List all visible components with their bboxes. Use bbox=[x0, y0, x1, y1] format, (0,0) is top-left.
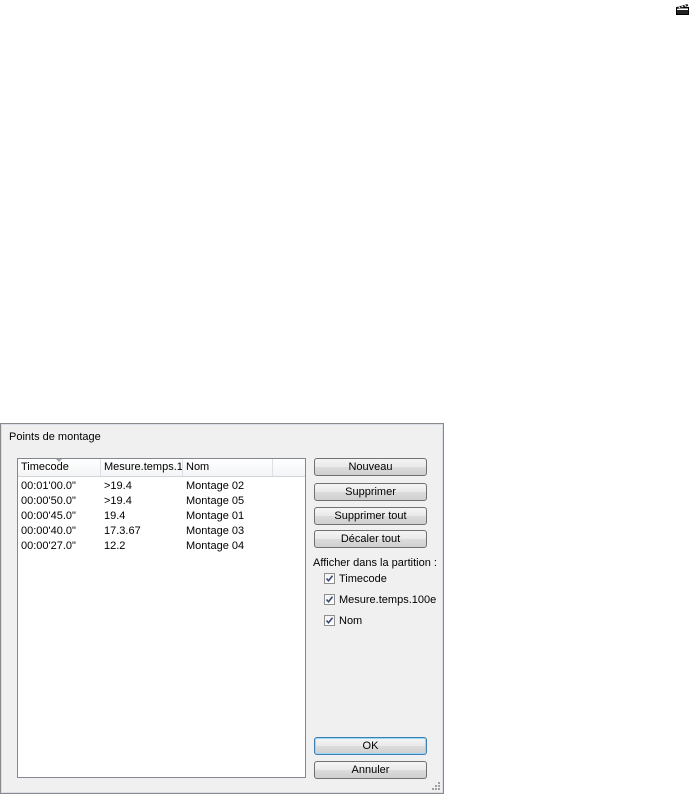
dialog-title: Points de montage bbox=[9, 431, 101, 443]
cell-mesure: >19.4 bbox=[104, 495, 132, 507]
cell-timecode: 00:00'40.0" bbox=[21, 525, 76, 537]
montage-points-list[interactable]: Timecode Mesure.temps.100e Nom 00:01'00.… bbox=[17, 458, 306, 778]
list-header: Timecode Mesure.temps.100e Nom bbox=[18, 459, 305, 477]
cell-timecode: 00:00'45.0" bbox=[21, 510, 76, 522]
cell-timecode: 00:01'00.0" bbox=[21, 480, 76, 492]
cell-nom: Montage 03 bbox=[186, 525, 245, 537]
decaler-tout-button[interactable]: Décaler tout bbox=[314, 530, 427, 548]
nom-checkbox[interactable] bbox=[324, 615, 335, 626]
annuler-button[interactable]: Annuler bbox=[314, 761, 427, 779]
nom-option-label: Nom bbox=[339, 615, 363, 627]
table-row[interactable]: 00:01'00.0" >19.4 Montage 02 bbox=[18, 479, 305, 494]
resize-grip-icon[interactable] bbox=[431, 781, 441, 791]
option-mesure[interactable]: Mesure.temps.100e bbox=[324, 594, 436, 607]
column-header-nom[interactable]: Nom bbox=[183, 459, 273, 476]
option-timecode[interactable]: Timecode bbox=[324, 573, 387, 586]
column-header-mesure[interactable]: Mesure.temps.100e bbox=[101, 459, 183, 476]
table-row[interactable]: 00:00'45.0" 19.4 Montage 01 bbox=[18, 509, 305, 524]
timecode-checkbox[interactable] bbox=[324, 573, 335, 584]
points-de-montage-dialog: Points de montage Timecode Mesure.temps.… bbox=[0, 423, 444, 794]
supprimer-tout-button[interactable]: Supprimer tout bbox=[314, 507, 427, 525]
cell-mesure: 19.4 bbox=[104, 510, 126, 522]
cell-timecode: 00:00'27.0" bbox=[21, 540, 76, 552]
nouveau-button[interactable]: Nouveau bbox=[314, 458, 427, 476]
cell-nom: Montage 04 bbox=[186, 540, 245, 552]
checkmark-icon bbox=[325, 617, 334, 625]
mesure-option-label: Mesure.temps.100e bbox=[339, 594, 437, 606]
cell-nom: Montage 02 bbox=[186, 480, 245, 492]
cell-mesure: >19.4 bbox=[104, 480, 132, 492]
mesure-checkbox[interactable] bbox=[324, 594, 335, 605]
cell-mesure: 17.3.67 bbox=[104, 525, 141, 537]
table-row[interactable]: 00:00'50.0" >19.4 Montage 05 bbox=[18, 494, 305, 509]
supprimer-button[interactable]: Supprimer bbox=[314, 483, 427, 501]
table-row[interactable]: 00:00'40.0" 17.3.67 Montage 03 bbox=[18, 524, 305, 539]
afficher-label: Afficher dans la partition : bbox=[313, 557, 437, 569]
cell-mesure: 12.2 bbox=[104, 540, 126, 552]
checkmark-icon bbox=[325, 575, 334, 583]
list-rows: 00:01'00.0" >19.4 Montage 02 00:00'50.0"… bbox=[18, 479, 305, 554]
cell-nom: Montage 01 bbox=[186, 510, 245, 522]
checkmark-icon bbox=[325, 596, 334, 604]
table-row[interactable]: 00:00'27.0" 12.2 Montage 04 bbox=[18, 539, 305, 554]
timecode-option-label: Timecode bbox=[339, 573, 387, 585]
option-nom[interactable]: Nom bbox=[324, 615, 362, 628]
sort-arrow-icon bbox=[56, 459, 62, 462]
clapperboard-icon bbox=[676, 3, 689, 15]
ok-button[interactable]: OK bbox=[314, 737, 427, 755]
cell-nom: Montage 05 bbox=[186, 495, 245, 507]
cell-timecode: 00:00'50.0" bbox=[21, 495, 76, 507]
